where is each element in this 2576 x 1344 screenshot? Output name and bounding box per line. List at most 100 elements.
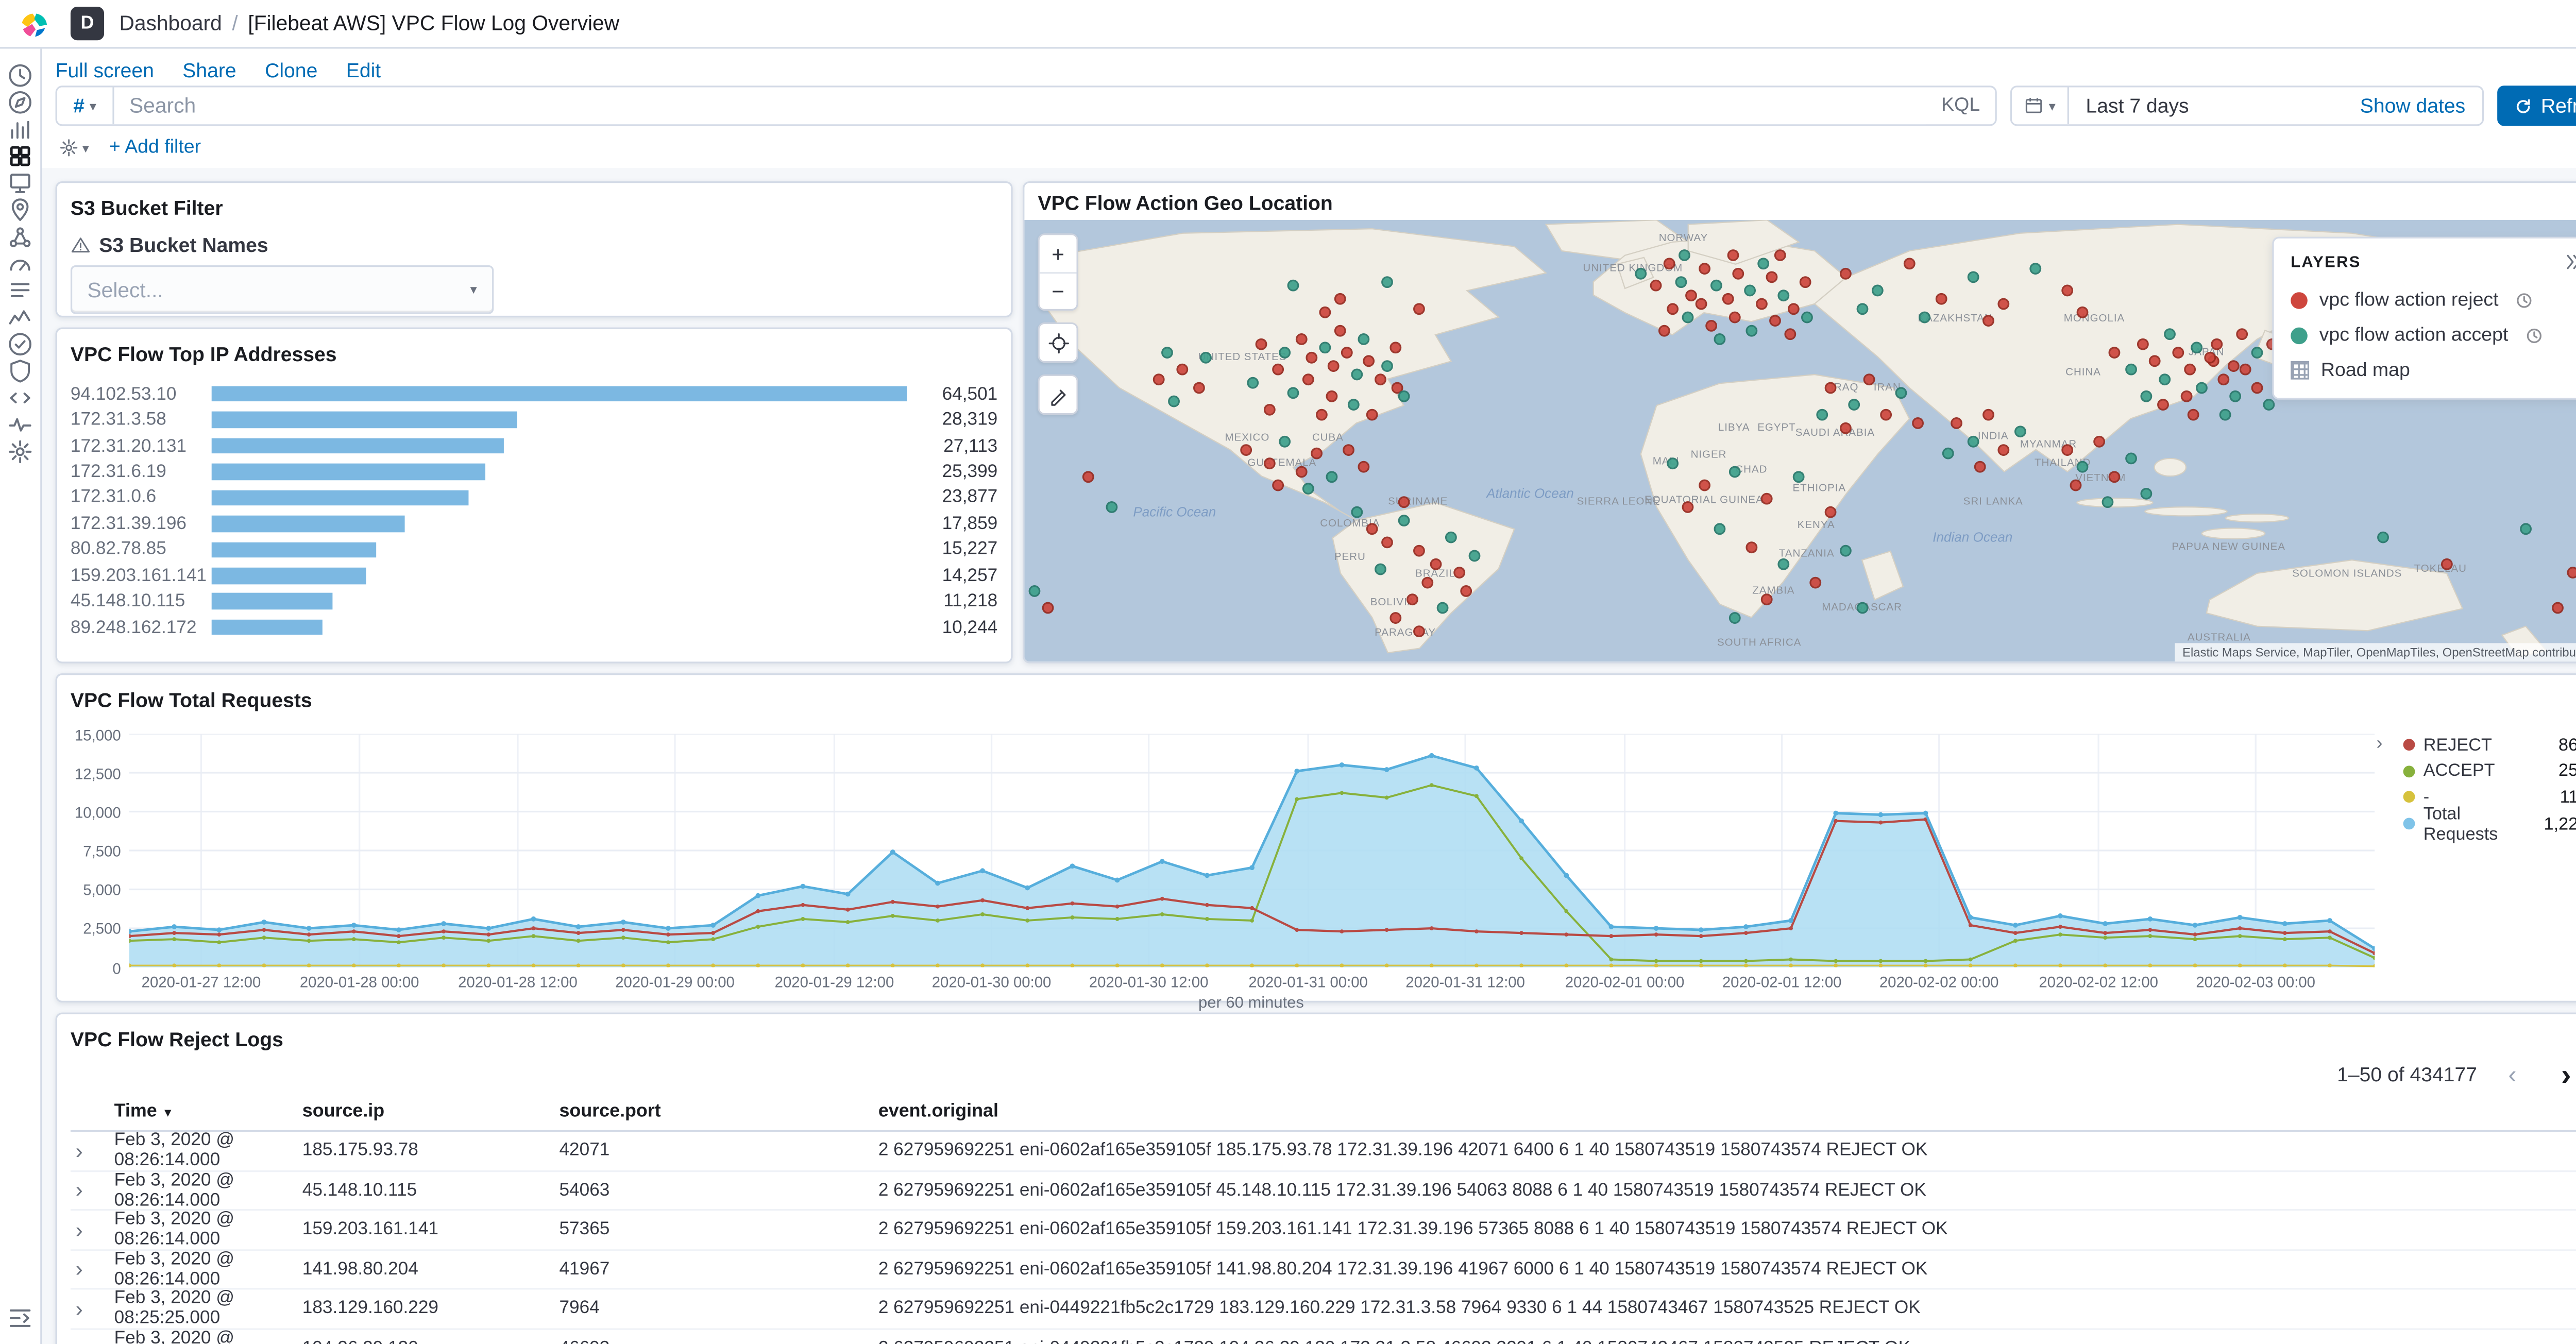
reject-geo-point[interactable] [1745, 540, 1757, 553]
reject-geo-point[interactable] [2093, 435, 2105, 447]
table-row[interactable]: › Feb 3, 2020 @ 08:25:25.000 194.26.29.130… [71, 1328, 2576, 1344]
visualize-icon[interactable] [7, 116, 33, 143]
accept-geo-point[interactable] [1919, 311, 1931, 324]
accept-geo-point[interactable] [1848, 399, 1860, 412]
accept-geo-point[interactable] [1327, 470, 1338, 482]
reject-geo-point[interactable] [2188, 408, 2200, 420]
accept-geo-point[interactable] [2125, 364, 2137, 376]
reject-geo-point[interactable] [1998, 444, 2010, 456]
layer-row[interactable]: vpc flow action accept [2274, 317, 2576, 352]
column-source-ip[interactable]: source.ip [302, 1101, 560, 1121]
clone-link[interactable]: Clone [265, 59, 317, 82]
reject-geo-point[interactable] [2148, 355, 2160, 367]
accept-geo-point[interactable] [1801, 311, 1813, 324]
collapse-layers-icon[interactable] [2563, 252, 2576, 272]
reject-geo-point[interactable] [1342, 444, 1354, 456]
reject-geo-point[interactable] [1374, 373, 1386, 385]
reject-geo-point[interactable] [2069, 479, 2081, 491]
legend-item[interactable]: ACCEPT 253 [2403, 758, 2576, 785]
apm-icon[interactable] [7, 304, 33, 331]
logs-icon[interactable] [7, 277, 33, 304]
accept-geo-point[interactable] [1758, 258, 1770, 270]
legend-item[interactable]: Total Requests 1,226 [2403, 804, 2576, 844]
reject-geo-point[interactable] [2077, 307, 2089, 319]
timeseries-plot[interactable] [129, 734, 2375, 967]
s3-bucket-select[interactable]: Select... ▾ [70, 265, 494, 314]
accept-geo-point[interactable] [2014, 426, 2026, 438]
reject-geo-point[interactable] [1840, 267, 1852, 279]
reject-geo-point[interactable] [1311, 448, 1323, 460]
accept-geo-point[interactable] [2262, 399, 2274, 412]
accept-geo-point[interactable] [1279, 435, 1291, 447]
reject-geo-point[interactable] [1461, 585, 1473, 597]
reject-geo-point[interactable] [1911, 417, 1923, 429]
reject-geo-point[interactable] [1799, 276, 1811, 288]
accept-geo-point[interactable] [1817, 408, 1828, 420]
reject-geo-point[interactable] [1766, 271, 1778, 283]
accept-geo-point[interactable] [2219, 408, 2232, 420]
accept-geo-point[interactable] [1445, 532, 1457, 544]
reject-geo-point[interactable] [1694, 298, 1707, 310]
accept-geo-point[interactable] [1437, 603, 1449, 615]
reject-geo-point[interactable] [2551, 603, 2564, 615]
accept-geo-point[interactable] [1777, 289, 1789, 301]
reject-geo-point[interactable] [1176, 364, 1189, 376]
accept-geo-point[interactable] [1398, 390, 1410, 403]
accept-geo-point[interactable] [1398, 514, 1410, 526]
time-range-value[interactable]: Last 7 days [2069, 94, 2206, 118]
reject-geo-point[interactable] [1935, 293, 1947, 305]
reject-geo-point[interactable] [1730, 311, 1742, 324]
reject-geo-point[interactable] [2061, 444, 2074, 456]
ip-bar[interactable] [211, 593, 333, 610]
accept-geo-point[interactable] [1730, 611, 1742, 623]
accept-geo-point[interactable] [2140, 390, 2153, 403]
breadcrumb-dashboard[interactable]: Dashboard [119, 12, 222, 36]
query-language-toggle[interactable]: KQL [1926, 96, 1995, 116]
reject-geo-point[interactable] [2218, 373, 2230, 385]
reject-geo-point[interactable] [1808, 576, 1821, 588]
expand-row-icon[interactable]: › [76, 1335, 83, 1344]
ip-bar[interactable] [211, 464, 486, 480]
reject-geo-point[interactable] [1755, 298, 1767, 310]
reject-geo-point[interactable] [1042, 603, 1054, 615]
search-input[interactable] [114, 87, 1926, 125]
reject-geo-point[interactable] [2109, 346, 2121, 359]
filter-options-button[interactable]: ▾ [59, 138, 89, 158]
accept-geo-point[interactable] [2140, 488, 2153, 500]
reject-geo-point[interactable] [1721, 293, 1734, 305]
reject-geo-point[interactable] [1334, 324, 1347, 336]
accept-geo-point[interactable] [2125, 452, 2137, 465]
zoom-in-button[interactable]: + [1039, 235, 1077, 273]
accept-geo-point[interactable] [1777, 558, 1789, 571]
reject-geo-point[interactable] [1405, 593, 1418, 606]
table-row[interactable]: › Feb 3, 2020 @ 08:25:25.000 183.129.160.2… [70, 1288, 2576, 1330]
accept-geo-point[interactable] [1679, 249, 1691, 261]
accept-geo-point[interactable] [1872, 284, 1884, 297]
accept-geo-point[interactable] [1666, 457, 1679, 469]
accept-geo-point[interactable] [2101, 497, 2113, 509]
reject-geo-point[interactable] [1081, 470, 1094, 482]
reject-geo-point[interactable] [1240, 444, 1252, 456]
reject-geo-point[interactable] [1453, 567, 1465, 580]
expand-row-icon[interactable]: › [76, 1178, 83, 1203]
reject-geo-point[interactable] [1982, 408, 1994, 420]
ip-bar[interactable] [211, 619, 323, 636]
reject-geo-point[interactable] [1389, 342, 1402, 354]
accept-geo-point[interactable] [1714, 333, 1726, 345]
accept-geo-point[interactable] [1247, 377, 1260, 389]
accept-geo-point[interactable] [1318, 342, 1331, 354]
add-filter-link[interactable]: + Add filter [109, 138, 201, 158]
reject-geo-point[interactable] [1706, 320, 1718, 332]
reject-geo-point[interactable] [2441, 558, 2453, 571]
accept-geo-point[interactable] [2519, 523, 2532, 535]
ip-bar[interactable] [211, 386, 907, 402]
world-map[interactable]: Pacific Ocean Atlantic Ocean Indian Ocean U… [1024, 220, 2576, 662]
recently-viewed-icon[interactable] [7, 62, 33, 89]
elastic-logo[interactable] [20, 9, 48, 38]
reject-geo-point[interactable] [1658, 324, 1671, 336]
reject-geo-point[interactable] [1974, 461, 1987, 473]
reject-geo-point[interactable] [2251, 382, 2263, 394]
ip-bar[interactable] [211, 438, 504, 454]
reject-geo-point[interactable] [1769, 315, 1781, 328]
reject-geo-point[interactable] [2156, 399, 2168, 412]
